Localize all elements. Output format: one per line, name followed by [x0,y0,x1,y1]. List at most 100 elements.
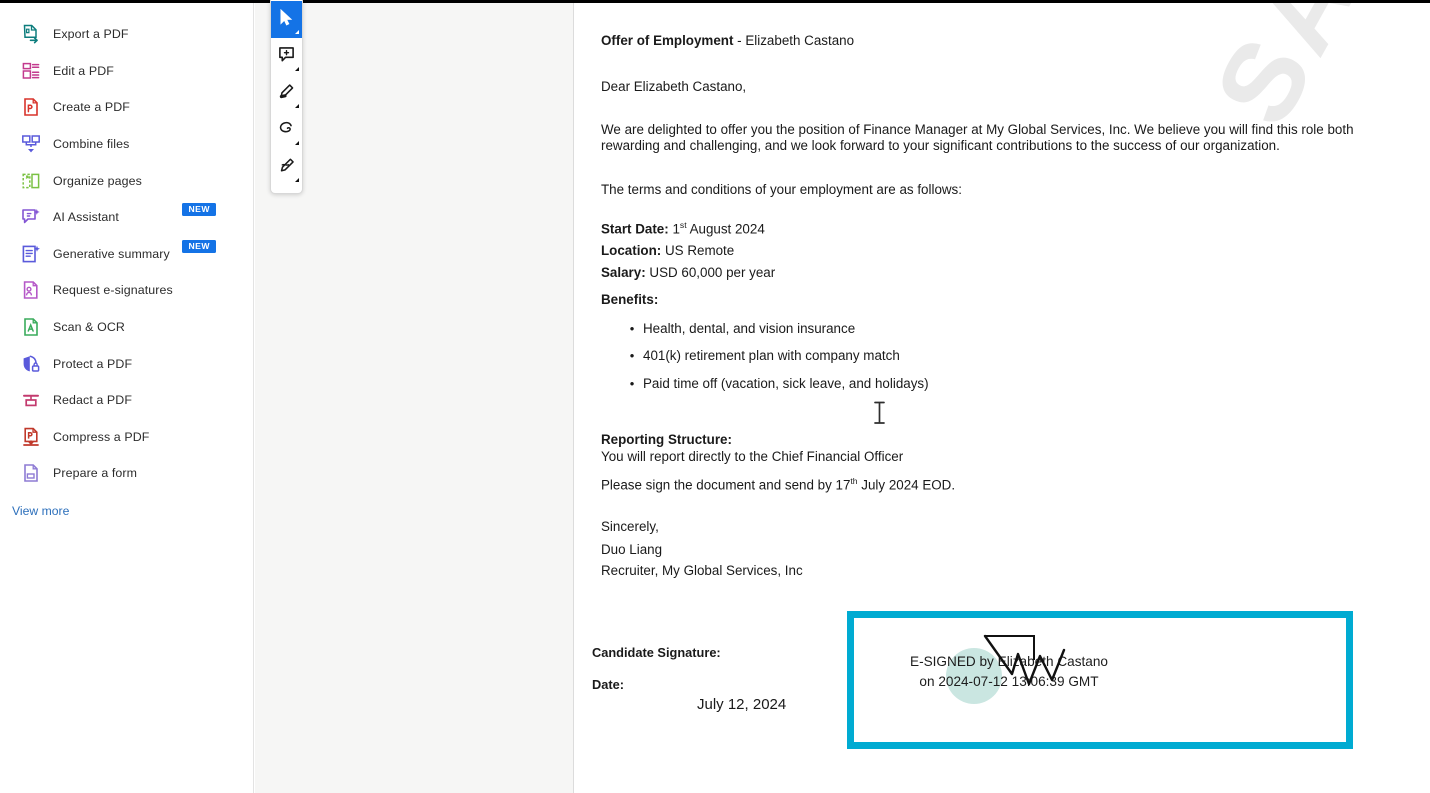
pen-draw-icon [278,157,296,179]
sidebar-item-edit-a-pdf[interactable]: Edit a PDF [0,53,253,90]
erase-tool-button[interactable] [271,112,302,149]
sidebar-item-redact-a-pdf[interactable]: Redact a PDF [0,382,253,419]
bullet-icon: • [629,348,635,363]
date-label: Date: [592,677,624,692]
sidebar-item-prepare-a-form[interactable]: Prepare a form [0,455,253,492]
document-title-bold: Offer of Employment [601,33,734,48]
deadline-sup: th [850,476,858,486]
term-label: Salary: [601,265,646,280]
create-pdf-icon [20,96,42,118]
benefit-item: • 401(k) retirement plan with company ma… [621,348,900,364]
benefit-text: Health, dental, and vision insurance [643,321,856,336]
prepare-form-icon [20,462,42,484]
annotation-toolbar [270,0,303,194]
comment-tool-button[interactable] [271,38,302,75]
chevron-down-icon [295,67,299,71]
export-pdf-icon [20,23,42,45]
intro-paragraph: We are delighted to offer you the positi… [601,122,1354,154]
bullet-icon: • [629,376,635,391]
ai-assistant-icon [20,206,42,228]
sidebar-item-generative-summary[interactable]: Generative summary NEW [0,236,253,273]
sender-name: Duo Liang [601,542,663,557]
sidebar-item-label: AI Assistant [53,210,119,225]
combine-files-icon [20,133,42,155]
highlighter-icon [278,83,295,105]
sidebar-item-label: Edit a PDF [53,63,114,78]
select-tool-button[interactable] [271,1,302,38]
generative-summary-icon [20,243,42,265]
tools-sidebar: Export a PDF Edit a PDF Create a PDF Combin… [0,3,254,793]
chevron-down-icon [295,30,299,34]
reporting-structure-value: You will report directly to the Chief Fi… [601,449,904,464]
sidebar-item-organize-pages[interactable]: Organize pages [0,162,253,199]
sidebar-item-label: Export a PDF [53,27,129,42]
chevron-down-icon [295,104,299,108]
benefit-text: Paid time off (vacation, sick leave, and… [643,376,929,391]
sender-title: Recruiter, My Global Services, Inc [601,563,803,578]
sidebar-item-label: Protect a PDF [53,356,133,371]
signature-highlight-box[interactable] [847,611,1353,749]
term-location: Location: US Remote [601,243,734,259]
benefits-label: Benefits: [601,292,659,307]
sidebar-item-label: Create a PDF [53,100,130,115]
scan-ocr-icon [20,316,42,338]
new-badge: NEW [182,202,216,217]
sidebar-item-create-a-pdf[interactable]: Create a PDF [0,89,253,126]
pdf-page[interactable]: SANDBOX Offer of Employment - Elizabeth … [573,3,1430,793]
document-viewport[interactable]: SANDBOX Offer of Employment - Elizabeth … [255,3,1430,793]
salutation: Dear Elizabeth Castano, [601,79,747,94]
bullet-icon: • [629,321,635,336]
term-value: US Remote [665,243,735,258]
chevron-down-icon [295,141,299,145]
select-cursor-icon [279,8,294,31]
deadline-pre: Please sign the document and send by 17 [601,477,851,493]
term-salary: Salary: USD 60,000 per year [601,265,775,281]
signature-date-value: July 12, 2024 [697,696,787,713]
organize-pages-icon [20,170,42,192]
draw-tool-button[interactable] [271,149,302,186]
term-value: 1 [672,221,680,237]
new-badge: NEW [182,239,216,253]
sidebar-item-label: Request e-signatures [53,283,173,298]
term-start-date: Start Date: 1st August 2024 [601,220,765,237]
sidebar-item-compress-a-pdf[interactable]: Compress a PDF [0,419,253,456]
signing-deadline: Please sign the document and send by 17t… [601,476,955,493]
sidebar-item-scan-ocr[interactable]: Scan & OCR [0,309,253,346]
benefit-item: • Health, dental, and vision insurance [621,321,855,337]
protect-pdf-icon [20,353,42,375]
sidebar-item-label: Redact a PDF [53,393,133,408]
edit-pdf-icon [20,60,42,82]
reporting-structure-label: Reporting Structure: [601,432,732,447]
document-title-rest: - Elizabeth Castano [737,33,855,48]
term-label: Location: [601,243,662,258]
pdf-viewer-app: Export a PDF Edit a PDF Create a PDF Combin… [0,0,1430,793]
sidebar-item-export-a-pdf[interactable]: Export a PDF [0,16,253,53]
highlight-tool-button[interactable] [271,75,302,112]
sidebar-item-label: Compress a PDF [53,429,150,444]
sidebar-item-combine-files[interactable]: Combine files [0,126,253,163]
deadline-post: July 2024 EOD. [857,477,956,493]
document-title: Offer of Employment - Elizabeth Castano [601,33,854,49]
sidebar-item-label: Organize pages [53,173,142,188]
term-value-sup: st [679,220,687,230]
request-esignatures-icon [20,279,42,301]
add-comment-icon [278,46,295,68]
compress-pdf-icon [20,426,42,448]
chevron-down-icon [295,178,299,182]
sidebar-item-request-e-signatures[interactable]: Request e-signatures [0,272,253,309]
lasso-erase-icon [278,120,296,141]
tools-list: Export a PDF Edit a PDF Create a PDF Combin… [0,16,253,492]
sidebar-item-protect-a-pdf[interactable]: Protect a PDF [0,345,253,382]
term-value-post: August 2024 [686,221,765,237]
term-value: USD 60,000 per year [649,265,776,280]
sidebar-item-label: Prepare a form [53,466,138,481]
benefit-text: 401(k) retirement plan with company matc… [643,348,900,363]
sidebar-item-ai-assistant[interactable]: AI Assistant NEW [0,199,253,236]
term-label: Start Date: [601,221,669,237]
closing: Sincerely, [601,519,659,534]
view-more-link[interactable]: View more [0,504,253,518]
candidate-signature-label: Candidate Signature: [592,645,721,660]
sidebar-item-label: Generative summary [53,246,170,261]
sidebar-item-label: Scan & OCR [53,320,125,335]
terms-intro: The terms and conditions of your employm… [601,182,962,197]
